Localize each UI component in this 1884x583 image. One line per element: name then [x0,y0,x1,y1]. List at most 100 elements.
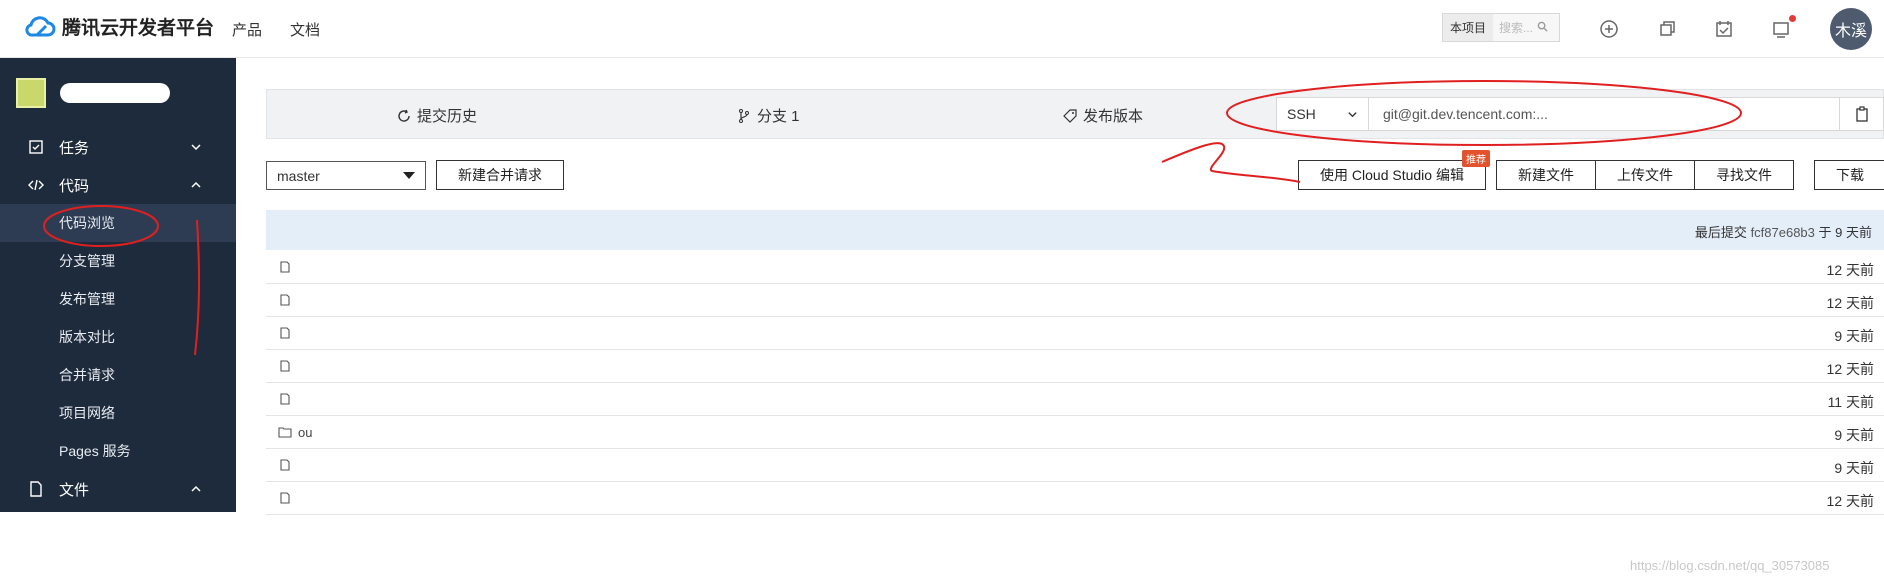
add-icon[interactable] [1598,18,1620,40]
find-file-button[interactable]: 寻找文件 [1694,160,1794,190]
search-input[interactable]: 搜索... [1499,19,1533,36]
caret-down-icon [403,172,415,179]
tag-icon [1063,108,1077,123]
commit-info: 最后提交 fcf87e68b3 于 9 天前 [1695,222,1872,241]
file-time: 9 天前 [1834,460,1874,476]
file-time: 9 天前 [1834,427,1874,443]
commit-hash-link[interactable]: fcf87e68b3 [1751,225,1815,240]
chevron-down-icon [1348,112,1357,118]
code-icon [28,179,44,191]
branches-link[interactable]: 分支 1 [737,105,800,126]
branch-select-value: master [277,167,320,184]
sidebar-item-merge-requests[interactable]: 合并请求 [0,356,236,394]
file-time: 9 天前 [1834,328,1874,344]
file-row[interactable]: 9 天前 [266,317,1884,350]
nav-docs[interactable]: 文档 [290,19,320,40]
file-icon [280,492,290,504]
branch-icon [739,108,749,123]
sidebar-item-label: 版本对比 [59,329,115,345]
file-icon [280,327,290,339]
sidebar-item-label: 代码浏览 [59,215,115,231]
sidebar-item-releases[interactable]: 发布管理 [0,280,236,318]
file-icon [30,481,42,497]
new-merge-request-button[interactable]: 新建合并请求 [436,160,564,190]
search-box[interactable]: 本项目 搜索... [1442,13,1560,42]
sidebar-menu-label: 代码 [59,177,90,195]
sidebar-item-label: 分支管理 [59,253,115,269]
sidebar-item-label: Pages 服务 [59,443,131,459]
cloud-studio-button[interactable]: 使用 Cloud Studio 编辑 [1298,160,1486,190]
file-icon [280,261,290,273]
project-avatar [16,78,46,108]
releases-link[interactable]: 发布版本 [1063,105,1143,126]
search-icon[interactable] [1537,21,1548,35]
file-time: 11 天前 [1827,394,1874,410]
sidebar-menu-tasks[interactable]: 任务 [0,128,236,166]
search-scope[interactable]: 本项目 [1443,14,1494,41]
last-commit-bar: 最后提交 fcf87e68b3 于 9 天前 [266,210,1884,250]
file-name[interactable]: ou [298,425,312,440]
clipboard-icon [1855,106,1868,122]
history-icon [398,109,410,122]
chevron-up-icon [191,485,201,492]
chevron-up-icon [191,181,201,188]
folder-icon [278,427,292,438]
sidebar-item-code-browse[interactable]: 代码浏览 [0,204,236,242]
sidebar-item-label: 发布管理 [59,291,115,307]
sidebar: 任务 代码 代码浏览 分支管理 发布管理 版本对比 合并请求 项目网络 Page… [0,58,236,512]
file-row[interactable]: 12 天前 [266,350,1884,383]
branch-select[interactable]: master [266,161,426,190]
notification-dot [1789,15,1796,22]
file-time: 12 天前 [1826,295,1874,311]
file-time: 12 天前 [1826,361,1874,377]
clone-url-box: SSH git@git.dev.tencent.com:... [1276,97,1884,131]
copy-icon[interactable] [1656,18,1678,40]
copy-url-button[interactable] [1839,98,1883,130]
file-time: 12 天前 [1826,262,1874,278]
commit-history-label: 提交历史 [417,108,478,125]
download-button[interactable]: 下载 [1814,160,1884,190]
commit-history-link[interactable]: 提交历史 [397,105,477,126]
clone-protocol-select[interactable]: SSH [1277,98,1369,130]
commit-prefix: 最后提交 [1694,225,1747,240]
watermark: https://blog.csdn.net/qq_30573085 [1630,558,1830,573]
file-row[interactable]: ou 9 天前 [266,416,1884,449]
sidebar-menu-code[interactable]: 代码 [0,166,236,204]
branches-label: 分支 1 [757,108,800,125]
new-file-button[interactable]: 新建文件 [1496,160,1596,190]
sidebar-item-pages[interactable]: Pages 服务 [0,432,236,470]
task-icon [29,140,43,154]
file-icon [280,393,290,405]
user-avatar[interactable]: 木溪 [1830,8,1872,50]
logo-text: 腾讯云开发者平台 [62,18,215,39]
sidebar-menu-label: 文件 [59,481,90,499]
commit-time: 于 9 天前 [1818,225,1872,240]
file-row[interactable]: 12 天前 [266,251,1884,284]
nav-products[interactable]: 产品 [232,19,262,40]
project-header[interactable] [16,78,170,108]
upload-file-button[interactable]: 上传文件 [1595,160,1695,190]
sidebar-item-label: 合并请求 [59,367,115,383]
project-name-redacted [60,83,170,103]
sidebar-item-compare[interactable]: 版本对比 [0,318,236,356]
file-icon [280,360,290,372]
chevron-down-icon [191,144,201,151]
logo[interactable]: 腾讯云开发者平台 [24,13,214,40]
file-icon [280,294,290,306]
todo-check-icon[interactable] [1713,18,1735,40]
clone-url-input[interactable]: git@git.dev.tencent.com:... [1369,106,1839,122]
file-row[interactable]: 9 天前 [266,449,1884,482]
sidebar-item-label: 项目网络 [59,405,115,421]
sidebar-item-branches[interactable]: 分支管理 [0,242,236,280]
sidebar-menu-label: 任务 [59,139,90,157]
top-bar: 腾讯云开发者平台 产品 文档 本项目 搜索... 木溪 [0,0,1884,58]
file-row[interactable]: 12 天前 [266,284,1884,317]
clone-protocol-label: SSH [1287,106,1316,122]
annotation-arrow-cloud-studio [1161,142,1301,183]
sidebar-menu-files[interactable]: 文件 [0,470,236,508]
file-row[interactable]: 11 天前 [266,383,1884,416]
notification-icon[interactable] [1770,18,1792,40]
releases-label: 发布版本 [1083,108,1144,125]
file-row[interactable]: 12 天前 [266,482,1884,515]
sidebar-item-network[interactable]: 项目网络 [0,394,236,432]
